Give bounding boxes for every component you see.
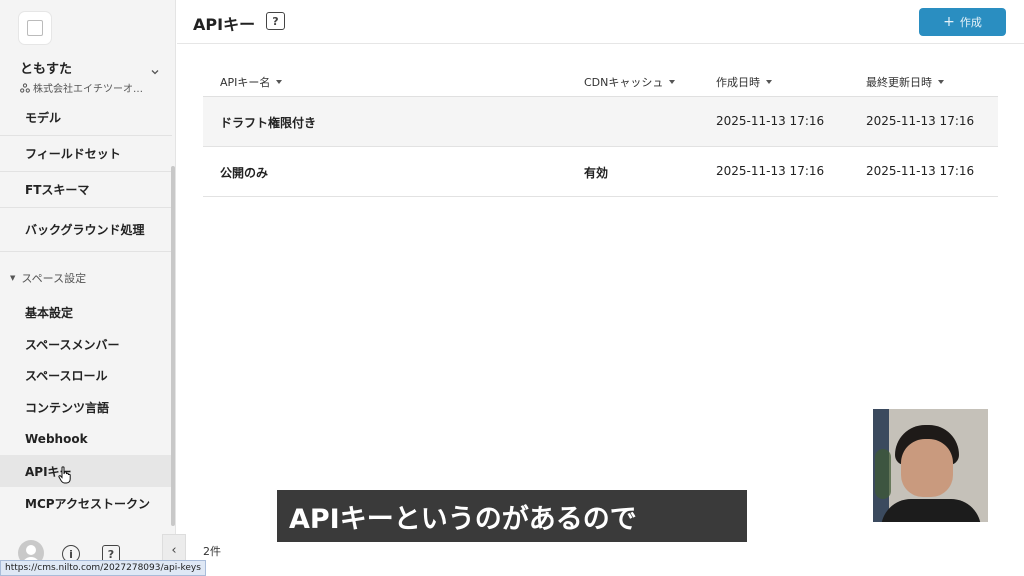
column-header-name[interactable]: APIキー名 — [220, 74, 283, 90]
space-name: ともすた — [20, 62, 73, 77]
chevron-down-icon[interactable] — [150, 67, 160, 77]
column-label: CDNキャッシュ — [584, 76, 664, 89]
sidebar-item-label: フィールドセット — [25, 147, 121, 161]
result-count: 2件 — [203, 545, 221, 558]
cell-created: 2025-11-13 17:16 — [716, 114, 825, 128]
sort-caret-icon — [669, 80, 676, 84]
column-label: 作成日時 — [716, 76, 760, 89]
sidebar-item-label: モデル — [25, 111, 62, 125]
space-switcher[interactable]: ともすた 株式会社エイチツーオ… — [20, 58, 170, 95]
api-keys-table: APIキー名 CDNキャッシュ 作成日時 最終更新日時 ドラフト権限付き 202… — [203, 64, 998, 197]
cell-name: ドラフト権限付き — [220, 116, 317, 130]
plus-icon: + — [943, 14, 955, 30]
status-bar-url: https://cms.nilto.com/2027278093/api-key… — [0, 560, 206, 576]
sidebar-item-label: スペースロール — [25, 369, 108, 383]
column-header-cdn[interactable]: CDNキャッシュ — [584, 74, 676, 90]
sidebar-item-label: FTスキーマ — [25, 183, 90, 197]
logo-placeholder-icon — [27, 20, 43, 36]
sidebar-item-webhook[interactable]: Webhook — [0, 423, 172, 455]
sidebar-item-label: スペースメンバー — [25, 337, 120, 352]
column-label: 最終更新日時 — [866, 76, 932, 89]
create-button-label: 作成 — [959, 16, 982, 29]
table-row[interactable]: 公開のみ 有効 2025-11-13 17:16 2025-11-13 17:1… — [203, 147, 998, 197]
sidebar-item-label: MCPアクセストークン — [25, 496, 150, 511]
space-org-label: 株式会社エイチツーオ… — [33, 84, 143, 95]
column-header-created[interactable]: 作成日時 — [716, 74, 772, 90]
sidebar-item-ft-schema[interactable]: FTスキーマ — [0, 172, 172, 208]
create-button[interactable]: + 作成 — [919, 8, 1006, 36]
cell-cdn: 有効 — [584, 166, 609, 180]
sidebar-item-label: 基本設定 — [25, 306, 74, 320]
section-space-settings[interactable]: ▼ スペース設定 — [10, 270, 86, 286]
sidebar-item-space-roles[interactable]: スペースロール — [0, 360, 172, 391]
sidebar-scrollbar[interactable] — [171, 166, 175, 526]
sidebar: ともすた 株式会社エイチツーオ… モデル フィールドセット FTスキーマ バック… — [0, 0, 176, 576]
app-window: ともすた 株式会社エイチツーオ… モデル フィールドセット FTスキーマ バック… — [0, 0, 1024, 576]
sidebar-item-background-jobs[interactable]: バックグラウンド処理 — [0, 208, 172, 252]
sort-caret-icon — [938, 80, 944, 84]
page-title: APIキー — [193, 15, 256, 34]
cell-name: 公開のみ — [220, 166, 269, 180]
sidebar-item-label: Webhook — [25, 432, 88, 446]
cell-created: 2025-11-13 17:16 — [716, 164, 825, 178]
help-icon[interactable]: ? — [266, 12, 285, 30]
column-header-updated[interactable]: 最終更新日時 — [866, 74, 944, 90]
sort-caret-icon — [766, 80, 772, 84]
table-row[interactable]: ドラフト権限付き 2025-11-13 17:16 2025-11-13 17:… — [203, 97, 998, 147]
column-label: APIキー名 — [220, 76, 271, 89]
caret-down-icon: ▼ — [10, 274, 16, 282]
sidebar-item-content-languages[interactable]: コンテンツ言語 — [0, 391, 172, 423]
organization-icon — [20, 82, 30, 93]
table-header: APIキー名 CDNキャッシュ 作成日時 最終更新日時 — [203, 64, 998, 97]
sidebar-item-space-members[interactable]: スペースメンバー — [0, 328, 172, 360]
sidebar-item-label: コンテンツ言語 — [25, 400, 110, 415]
space-org: 株式会社エイチツーオ… — [20, 80, 170, 95]
cell-updated: 2025-11-13 17:16 — [866, 164, 975, 178]
sidebar-item-model[interactable]: モデル — [0, 100, 172, 136]
sidebar-item-mcp-tokens[interactable]: MCPアクセストークン — [0, 487, 172, 519]
sidebar-item-api-keys[interactable]: APIキー — [0, 455, 172, 487]
space-logo[interactable] — [19, 12, 51, 44]
webcam-overlay — [873, 409, 988, 522]
cell-updated: 2025-11-13 17:16 — [866, 114, 975, 128]
section-label: スペース設定 — [21, 272, 87, 285]
sidebar-item-fieldset[interactable]: フィールドセット — [0, 136, 172, 172]
subtitle-caption: APIキーというのがあるので — [277, 490, 747, 542]
page-header: APIキー ? + 作成 — [177, 0, 1024, 44]
sidebar-item-basic-settings[interactable]: 基本設定 — [0, 297, 172, 328]
sidebar-item-label: バックグラウンド処理 — [25, 223, 145, 237]
hand-cursor-icon — [58, 466, 71, 484]
sort-caret-icon — [276, 80, 283, 84]
